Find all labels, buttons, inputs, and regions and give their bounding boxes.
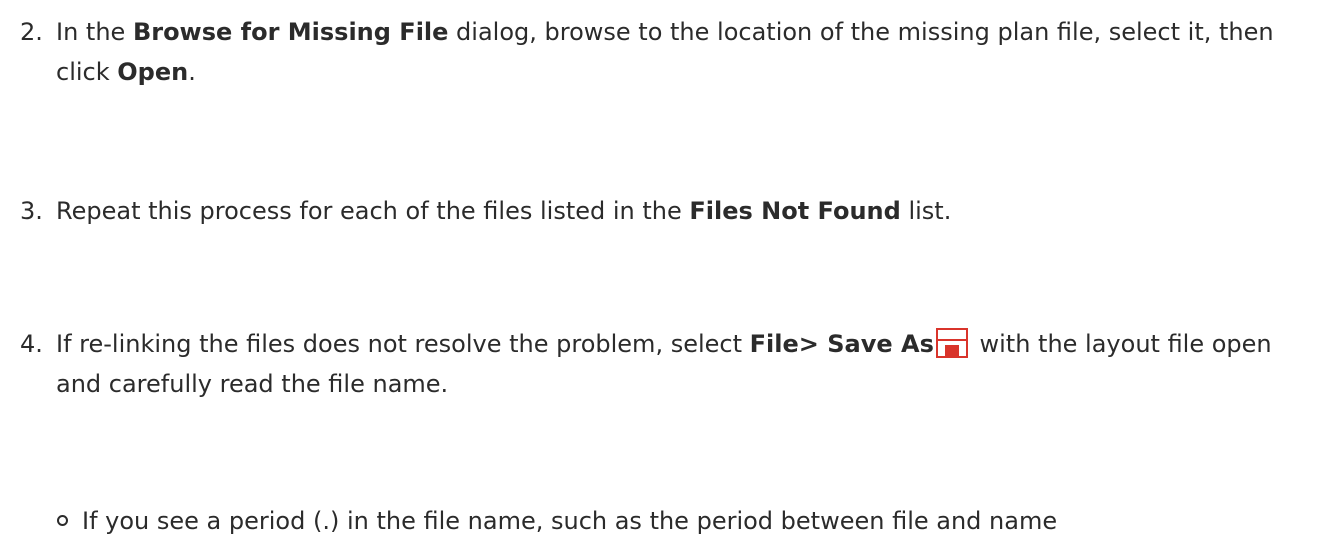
open-button-name: Open: [117, 58, 189, 86]
step-text: In the Browse for Missing File dialog, b…: [56, 18, 1274, 86]
sub-bullet-item: If you see a period (.) in the file name…: [57, 501, 1327, 541]
step-text: If re-linking the files does not resolve…: [56, 328, 1272, 398]
save-as-icon: [935, 328, 968, 358]
sub-bullet-text: If you see a period (.) in the file name…: [82, 507, 1058, 535]
dialog-name: Browse for Missing File: [132, 18, 449, 46]
step-number: 3.: [20, 197, 43, 225]
menu-path: File> Save As: [749, 330, 934, 358]
step-number: 2.: [20, 18, 43, 46]
step-number: 4.: [20, 330, 43, 358]
step-2: 2. In the Browse for Missing File dialog…: [20, 12, 1310, 92]
hollow-bullet-icon: [57, 515, 68, 526]
step-4: 4. If re-linking the files does not reso…: [20, 324, 1310, 404]
step-3: 3. Repeat this process for each of the f…: [20, 191, 1310, 231]
list-name: Files Not Found: [689, 197, 901, 225]
step-text: Repeat this process for each of the file…: [56, 197, 952, 225]
